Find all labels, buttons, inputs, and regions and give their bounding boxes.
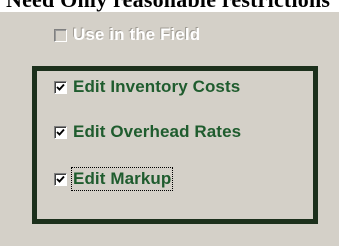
clipped-header-text: Need Only reasonable restrictions (6, 0, 330, 12)
use-in-field-option: Use in the Field (54, 24, 200, 46)
clipped-header-text-strip: Need Only reasonable restrictions (0, 0, 339, 12)
edit-overhead-rates-option[interactable]: Edit Overhead Rates (54, 121, 241, 143)
edit-markup-checkbox[interactable] (54, 172, 67, 186)
checkmark-icon (56, 128, 65, 136)
permissions-panel: Use in the Field Edit Inventory Costs Ed… (0, 12, 339, 246)
edit-inventory-costs-checkbox[interactable] (54, 80, 67, 94)
edit-overhead-rates-label[interactable]: Edit Overhead Rates (73, 122, 241, 142)
use-in-field-checkbox (54, 28, 67, 42)
checkmark-icon (56, 83, 65, 91)
use-in-field-label: Use in the Field (73, 25, 201, 44)
edit-inventory-costs-option[interactable]: Edit Inventory Costs (54, 76, 240, 98)
edit-inventory-costs-label[interactable]: Edit Inventory Costs (73, 77, 240, 97)
checkmark-icon (56, 175, 65, 183)
edit-markup-label[interactable]: Edit Markup (70, 167, 174, 191)
edit-markup-option[interactable]: Edit Markup (54, 167, 174, 191)
edit-overhead-rates-checkbox[interactable] (54, 125, 67, 139)
